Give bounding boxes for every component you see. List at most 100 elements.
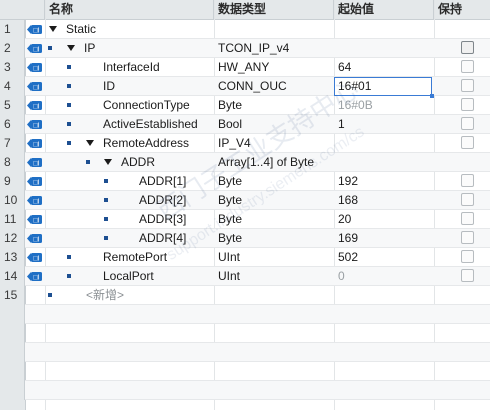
table-row[interactable]: 5 □I ConnectionType Byte 16#0B xyxy=(0,96,490,115)
table-row[interactable]: 13 □I RemotePort UInt 502 xyxy=(0,248,490,267)
row-number: 6 xyxy=(0,115,25,134)
row-start-value[interactable]: 64 xyxy=(338,58,351,77)
member-square-icon xyxy=(67,122,71,126)
row-data-type[interactable]: CONN_OUC xyxy=(218,77,287,96)
table-row[interactable]: 14 □I LocalPort UInt 0 xyxy=(0,267,490,286)
row-data-type[interactable]: HW_ANY xyxy=(218,58,269,77)
db-interface-io-icon: □I xyxy=(27,139,42,149)
table-row[interactable]: 11 □I ADDR[3] Byte 20 xyxy=(0,210,490,229)
row-name[interactable]: LocalPort xyxy=(103,267,154,286)
row-data-type[interactable]: UInt xyxy=(218,248,240,267)
retain-checkbox[interactable] xyxy=(461,136,474,149)
header-start-value[interactable]: 起始值 xyxy=(334,0,434,19)
row-name[interactable]: InterfaceId xyxy=(103,58,160,77)
row-name[interactable]: ADDR[3] xyxy=(139,210,186,229)
row-number: 9 xyxy=(0,172,25,191)
row-data-type[interactable]: Byte xyxy=(218,229,242,248)
expand-triangle-icon[interactable] xyxy=(67,45,75,51)
row-start-value[interactable]: 16#0B xyxy=(338,96,373,115)
row-name[interactable]: ConnectionType xyxy=(103,96,190,115)
row-data-type[interactable]: UInt xyxy=(218,267,240,286)
db-interface-io-icon: □I xyxy=(27,63,42,73)
table-row[interactable]: 3 □I InterfaceId HW_ANY 64 xyxy=(0,58,490,77)
table-row[interactable]: 4 □I ID CONN_OUC 16#01 xyxy=(0,77,490,98)
svg-text:□I: □I xyxy=(33,123,39,130)
row-start-value[interactable]: 168 xyxy=(338,191,358,210)
retain-checkbox[interactable] xyxy=(461,79,474,92)
table-row[interactable]: 1 □I Static xyxy=(0,20,490,39)
table-row-add-new[interactable]: 15 <新增> xyxy=(0,286,490,305)
row-name[interactable]: ID xyxy=(103,77,115,96)
retain-checkbox[interactable] xyxy=(461,269,474,282)
row-number: 7 xyxy=(0,134,25,153)
row-data-type[interactable]: Byte xyxy=(218,96,242,115)
svg-text:□I: □I xyxy=(33,256,39,263)
retain-checkbox[interactable] xyxy=(461,231,474,244)
add-new-placeholder[interactable]: <新增> xyxy=(86,286,124,305)
row-name[interactable]: IP xyxy=(84,39,95,58)
expand-triangle-icon[interactable] xyxy=(49,26,57,32)
retain-checkbox[interactable] xyxy=(461,212,474,225)
table-header: 名称 数据类型 起始值 保持 xyxy=(0,0,490,20)
row-number: 15 xyxy=(0,286,25,305)
retain-checkbox[interactable] xyxy=(461,60,474,73)
table-row[interactable]: 10 □I ADDR[2] Byte 168 xyxy=(0,191,490,210)
table-row[interactable]: 8 □I ADDR Array[1..4] of Byte xyxy=(0,153,490,172)
row-number: 3 xyxy=(0,58,25,77)
row-name[interactable]: ActiveEstablished xyxy=(103,115,198,134)
row-number: 11 xyxy=(0,210,25,229)
row-name[interactable]: ADDR xyxy=(121,153,155,172)
row-data-type[interactable]: Byte xyxy=(218,191,242,210)
header-data-type[interactable]: 数据类型 xyxy=(214,0,334,19)
row-start-value[interactable]: 16#01 xyxy=(338,77,371,96)
retain-checkbox[interactable] xyxy=(461,174,474,187)
row-start-value[interactable]: 20 xyxy=(338,210,351,229)
row-name[interactable]: Static xyxy=(66,20,96,39)
row-data-type[interactable]: Bool xyxy=(218,115,242,134)
row-start-value[interactable]: 0 xyxy=(338,267,345,286)
row-data-type[interactable]: TCON_IP_v4 xyxy=(218,39,289,58)
table-row[interactable]: 7 □I RemoteAddress IP_V4 xyxy=(0,134,490,153)
retain-checkbox[interactable] xyxy=(461,117,474,130)
row-data-type[interactable]: Byte xyxy=(218,210,242,229)
row-number: 4 xyxy=(0,77,25,96)
retain-checkbox[interactable] xyxy=(461,41,474,54)
table-row[interactable]: 2 □I IP TCON_IP_v4 xyxy=(0,39,490,58)
retain-checkbox[interactable] xyxy=(461,250,474,263)
row-name[interactable]: ADDR[2] xyxy=(139,191,186,210)
row-number: 2 xyxy=(0,39,25,58)
db-interface-io-icon: □I xyxy=(27,196,42,206)
row-start-value[interactable]: 502 xyxy=(338,248,358,267)
retain-checkbox[interactable] xyxy=(461,98,474,111)
row-start-value[interactable]: 1 xyxy=(338,115,345,134)
row-data-type[interactable]: IP_V4 xyxy=(218,134,251,153)
row-start-value[interactable]: 169 xyxy=(338,229,358,248)
table-row[interactable]: 12 □I ADDR[4] Byte 169 xyxy=(0,229,490,248)
empty-row xyxy=(0,381,490,400)
member-square-icon xyxy=(67,103,71,107)
header-name[interactable]: 名称 xyxy=(45,0,214,19)
svg-text:□I: □I xyxy=(33,218,39,225)
expand-triangle-icon[interactable] xyxy=(86,140,94,146)
svg-text:□I: □I xyxy=(33,180,39,187)
db-interface-io-icon: □I xyxy=(27,120,42,130)
row-start-value[interactable]: 192 xyxy=(338,172,358,191)
table-row[interactable]: 9 □I ADDR[1] Byte 192 xyxy=(0,172,490,191)
row-number: 5 xyxy=(0,96,25,115)
empty-row xyxy=(0,343,490,362)
table-row[interactable]: 6 □I ActiveEstablished Bool 1 xyxy=(0,115,490,134)
expand-triangle-icon[interactable] xyxy=(104,159,112,165)
row-name[interactable]: ADDR[4] xyxy=(139,229,186,248)
row-data-type[interactable]: Byte xyxy=(218,172,242,191)
row-name[interactable]: RemotePort xyxy=(103,248,167,267)
row-data-type[interactable]: Array[1..4] of Byte xyxy=(218,153,314,172)
row-name[interactable]: RemoteAddress xyxy=(103,134,189,153)
header-retain[interactable]: 保持 xyxy=(434,0,490,19)
db-interface-io-icon: □I xyxy=(27,82,42,92)
header-corner xyxy=(0,0,45,19)
row-name[interactable]: ADDR[1] xyxy=(139,172,186,191)
db-interface-io-icon: □I xyxy=(27,177,42,187)
row-number xyxy=(0,381,25,400)
retain-checkbox[interactable] xyxy=(461,193,474,206)
db-interface-io-icon: □I xyxy=(27,253,42,263)
